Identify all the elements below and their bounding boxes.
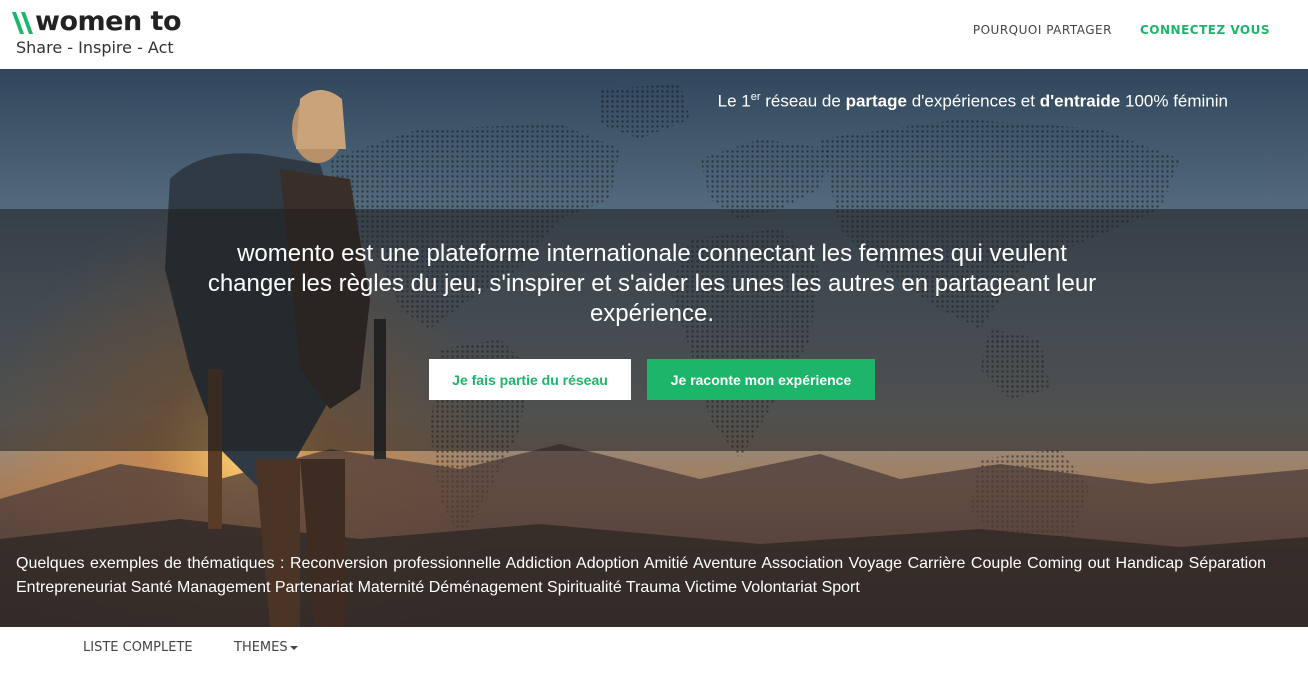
full-list-link[interactable]: LISTE COMPLETE <box>83 640 193 656</box>
theme-link[interactable]: Handicap <box>1116 555 1184 572</box>
theme-link[interactable]: Partenariat <box>275 579 353 596</box>
hero-tagline: Le 1er réseau de partage d'expériences e… <box>717 91 1228 111</box>
theme-link[interactable]: Déménagement <box>429 579 543 596</box>
logo-tagline: Share - Inspire - Act <box>16 38 174 57</box>
themes-dropdown-label: THEMES <box>234 640 288 655</box>
top-nav: POURQUOI PARTAGER CONNECTEZ VOUS <box>973 22 1270 38</box>
theme-link[interactable]: Volontariat <box>742 579 818 596</box>
theme-link[interactable]: Santé <box>131 579 173 596</box>
caret-down-icon <box>289 645 298 650</box>
theme-link[interactable]: Management <box>177 579 270 596</box>
site-header: women to Share - Inspire - Act POURQUOI … <box>0 0 1308 69</box>
theme-link[interactable]: Aventure <box>693 555 757 572</box>
theme-link[interactable]: Sport <box>822 579 860 596</box>
theme-link[interactable]: Reconversion professionnelle <box>290 555 501 572</box>
nav-why-share-link[interactable]: POURQUOI PARTAGER <box>973 22 1112 38</box>
logo-wordmark: women to <box>35 6 182 37</box>
theme-link[interactable]: Carrière <box>908 555 966 572</box>
theme-link[interactable]: Spiritualité <box>547 579 622 596</box>
theme-link[interactable]: Voyage <box>849 555 902 572</box>
theme-link[interactable]: Couple <box>971 555 1022 572</box>
share-story-button[interactable]: Je raconte mon expérience <box>647 359 875 400</box>
theme-link[interactable]: Association <box>761 555 843 572</box>
theme-link[interactable]: Trauma <box>626 579 681 596</box>
join-network-button[interactable]: Je fais partie du réseau <box>429 359 631 400</box>
theme-link[interactable]: Entrepreneuriat <box>16 579 126 596</box>
nav-connect-link[interactable]: CONNECTEZ VOUS <box>1140 22 1270 38</box>
themes-list: Quelques exemples de thématiques : Recon… <box>16 552 1266 600</box>
theme-link[interactable]: Victime <box>685 579 737 596</box>
womento-logo[interactable]: women to Share - Inspire - Act <box>12 6 212 62</box>
themes-dropdown[interactable]: THEMES <box>234 640 298 656</box>
theme-link[interactable]: Coming out <box>1027 555 1110 572</box>
secondary-nav: LISTE COMPLETE THEMES <box>0 627 1308 689</box>
theme-link[interactable]: Adoption <box>576 555 639 572</box>
hero-section: Le 1er réseau de partage d'expériences e… <box>0 69 1308 627</box>
theme-link[interactable]: Amitié <box>644 555 688 572</box>
theme-link[interactable]: Addiction <box>506 555 572 572</box>
hero-lead-text: womento est une plateforme international… <box>207 240 1097 327</box>
theme-link[interactable]: Maternité <box>358 579 425 596</box>
theme-link[interactable]: Séparation <box>1189 555 1266 572</box>
themes-intro: Quelques exemples de thématiques : <box>16 555 285 572</box>
